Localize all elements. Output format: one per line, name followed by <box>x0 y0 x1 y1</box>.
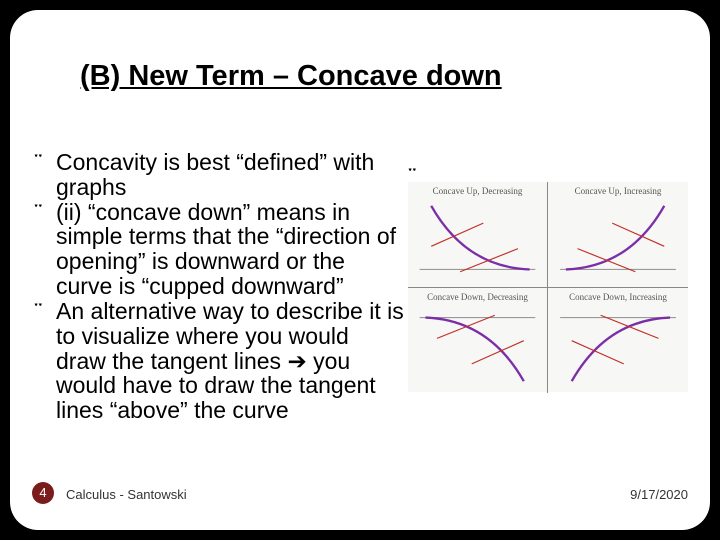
figure-cell-concave-down-decreasing: Concave Down, Decreasing <box>408 288 548 393</box>
slide-title: (B) New Term – Concave down <box>80 60 502 93</box>
bullet-icon: ་་ <box>34 200 56 225</box>
concavity-figure: Concave Up, Decreasing Concave Up, Incre… <box>408 182 688 392</box>
figure-caption: Concave Up, Decreasing <box>408 186 547 196</box>
text-pre: An alternative way to describe it is to … <box>56 298 404 374</box>
bullet-1: ་་ Concavity is best “defined” with grap… <box>34 150 404 200</box>
figure-caption: Concave Up, Increasing <box>548 186 688 196</box>
figure-caption: Concave Down, Decreasing <box>408 292 547 302</box>
bullet-text: Concavity is best “defined” with graphs <box>56 150 404 200</box>
figure-caption: Concave Down, Increasing <box>548 292 688 302</box>
bullet-text: (ii) “concave down” means in simple term… <box>56 200 404 299</box>
slide: (B) New Term – Concave down ་་ ་་ Concav… <box>10 10 710 530</box>
footer-text: Calculus - Santowski <box>66 487 187 502</box>
bullet-icon: ་་ <box>34 150 56 175</box>
page-number-badge: 4 <box>32 482 54 504</box>
bullet-3: ་་ An alternative way to describe it is … <box>34 299 404 423</box>
body-text: ་་ Concavity is best “defined” with grap… <box>34 150 404 423</box>
bullet-text: An alternative way to describe it is to … <box>56 299 404 423</box>
bullet-2: ་་ (ii) “concave down” means in simple t… <box>34 200 404 299</box>
bullet-icon: ་་ <box>34 299 56 324</box>
date-text: 9/17/2020 <box>630 487 688 502</box>
figure-cell-concave-up-increasing: Concave Up, Increasing <box>548 182 688 287</box>
figure-cell-concave-down-increasing: Concave Down, Increasing <box>548 288 688 393</box>
arrow-icon: ➔ <box>287 348 306 374</box>
figure-cell-concave-up-decreasing: Concave Up, Decreasing <box>408 182 548 287</box>
